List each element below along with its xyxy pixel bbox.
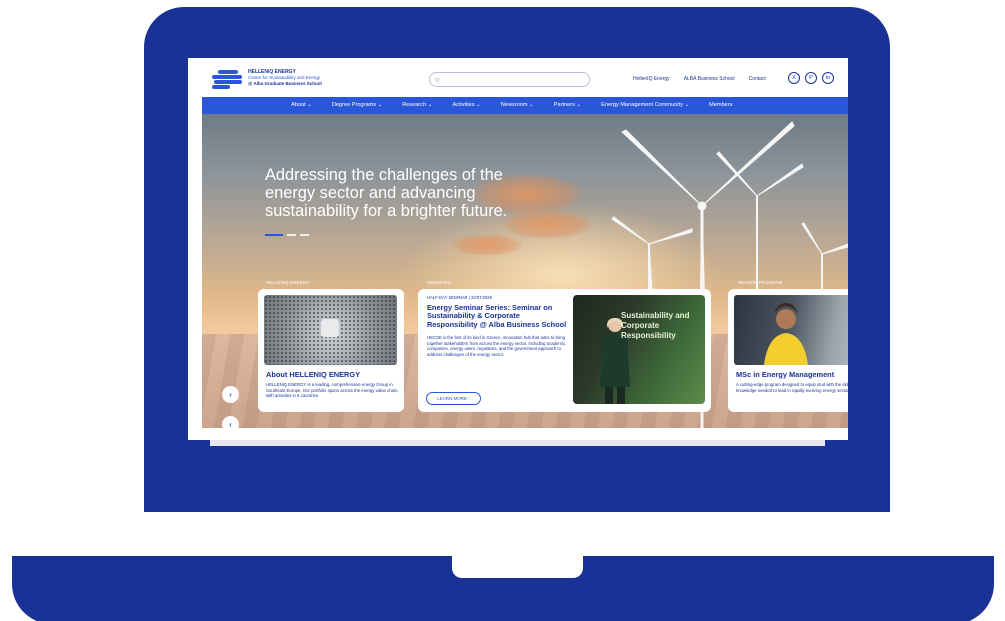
slide-dot-active[interactable] [265, 234, 283, 236]
logo-text[interactable]: HELLENiQ ENERGY Center for Sustainabilit… [248, 69, 322, 86]
nav-item-energy-management-community[interactable]: Energy Management Community ⌄ [601, 102, 689, 108]
section-label-right: DEGREE PROGRAM [738, 280, 783, 285]
card-image-student [734, 295, 848, 365]
section-label-left: HELLENIQ ENERGY [266, 280, 310, 285]
carousel-next-button[interactable]: › [222, 386, 239, 403]
site-header: HELLENiQ ENERGY Center for Sustainabilit… [188, 58, 848, 97]
top-links: HellenIQ Energy ALBA Business School Con… [633, 76, 766, 82]
card-text: HELLENiQ ENERGY is a leading, comprehens… [266, 382, 399, 399]
section-label-middle: SEMINARS [427, 280, 452, 285]
link-contact[interactable]: Contact [749, 76, 766, 82]
carousel-prev-button[interactable]: ‹ [222, 416, 239, 428]
hero-banner: Addressing the challenges of the energy … [202, 114, 848, 428]
card-text: A cutting-edge program designed to equip… [736, 382, 848, 393]
nav-item-about[interactable]: About ⌄ [291, 102, 312, 108]
card-image-heliostat [264, 295, 397, 365]
link-helleniq-energy[interactable]: HellenIQ Energy [633, 76, 670, 82]
nav-item-newsroom[interactable]: Newsroom ⌄ [501, 102, 534, 108]
card-seminar[interactable]: HALF-DAY SEMINAR | 22/07/2025 Energy Sem… [418, 289, 711, 412]
search-input[interactable]: ○ [429, 72, 590, 87]
card-image-seminar: Sustainability and Corporate Responsibil… [573, 295, 705, 404]
linkedin-icon[interactable]: in [822, 72, 834, 84]
card-msc[interactable]: MSc in Energy Management A cutting-edge … [728, 289, 848, 412]
search-icon: ○ [435, 75, 440, 84]
logo-line-3: @ Alba Graduate Business School [248, 80, 322, 86]
seminar-image-text: Sustainability and Corporate Responsibil… [621, 311, 690, 340]
card-title: MSc in Energy Management [736, 370, 835, 379]
laptop-mockup: HELLENiQ ENERGY Center for Sustainabilit… [0, 0, 1005, 621]
nav-item-members[interactable]: Members [709, 102, 732, 108]
social-links: X P in [788, 72, 834, 84]
logo-icon[interactable] [212, 70, 244, 89]
x-icon[interactable]: X [788, 72, 800, 84]
card-text: HECSE is the first of its kind in Greece… [427, 335, 567, 357]
slide-dot[interactable] [300, 234, 309, 236]
nav-item-degree-programs[interactable]: Degree Programs ⌄ [332, 102, 382, 108]
nav-item-activities[interactable]: Activities ⌄ [452, 102, 480, 108]
nav-item-partners[interactable]: Partners ⌄ [554, 102, 581, 108]
card-about-helleniq[interactable]: About HELLENIQ ENERGY HELLENiQ ENERGY is… [258, 289, 404, 412]
learn-more-button[interactable]: LEARN MORE › [426, 392, 481, 405]
pinterest-icon[interactable]: P [805, 72, 817, 84]
card-title: About HELLENIQ ENERGY [266, 370, 361, 379]
hero-headline: Addressing the challenges of the energy … [265, 166, 508, 220]
slide-dot[interactable] [287, 234, 296, 236]
main-nav: About ⌄ Degree Programs ⌄ Research ⌄ Act… [202, 97, 848, 114]
laptop-notch [452, 556, 583, 578]
slide-indicators [265, 234, 309, 236]
link-alba-business-school[interactable]: ALBA Business School [684, 76, 735, 82]
browser-screen: HELLENiQ ENERGY Center for Sustainabilit… [188, 58, 848, 440]
card-meta: HALF-DAY SEMINAR | 22/07/2025 [427, 295, 492, 300]
screen-shadow [210, 440, 825, 446]
nav-item-research[interactable]: Research ⌄ [402, 102, 432, 108]
card-title: Energy Seminar Series: Seminar on Sustai… [427, 303, 567, 329]
